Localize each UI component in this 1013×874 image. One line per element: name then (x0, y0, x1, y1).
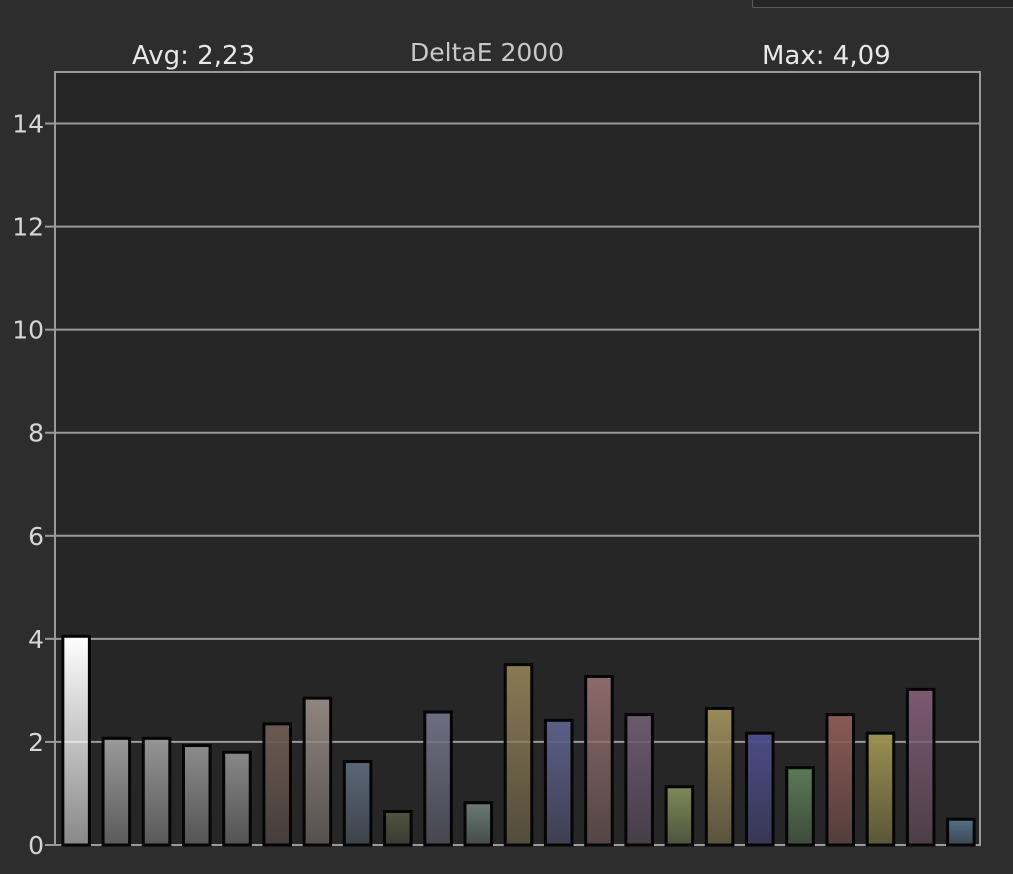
bar (61, 634, 91, 847)
bar (745, 731, 775, 847)
y-tick-label: 6 (28, 522, 44, 551)
bar (543, 718, 574, 847)
bar (664, 785, 695, 847)
bar (383, 810, 413, 847)
bar (584, 674, 614, 847)
bar (624, 713, 654, 847)
bar (222, 750, 252, 847)
bar (262, 722, 292, 847)
bar (865, 731, 896, 847)
bar (342, 760, 373, 847)
bar (101, 736, 132, 847)
bar (302, 696, 333, 847)
bar (704, 706, 735, 847)
bar (141, 736, 172, 847)
bar (825, 713, 856, 847)
bar (181, 744, 212, 847)
bar (905, 687, 936, 847)
deltae-bar-chart: 0 2 4 6 8 10 12 14 (12, 71, 981, 860)
bar (463, 801, 494, 847)
y-tick-label: 12 (12, 213, 44, 242)
y-tick-label: 10 (12, 316, 44, 345)
y-tick-label: 0 (28, 831, 44, 860)
bar (946, 817, 976, 847)
y-tick-label: 8 (28, 419, 44, 448)
y-tick-label: 4 (28, 625, 44, 654)
bar (423, 710, 453, 847)
y-tick-label: 2 (28, 728, 44, 757)
bar (785, 766, 815, 847)
y-tick-label: 14 (12, 110, 44, 139)
bar (503, 663, 534, 847)
